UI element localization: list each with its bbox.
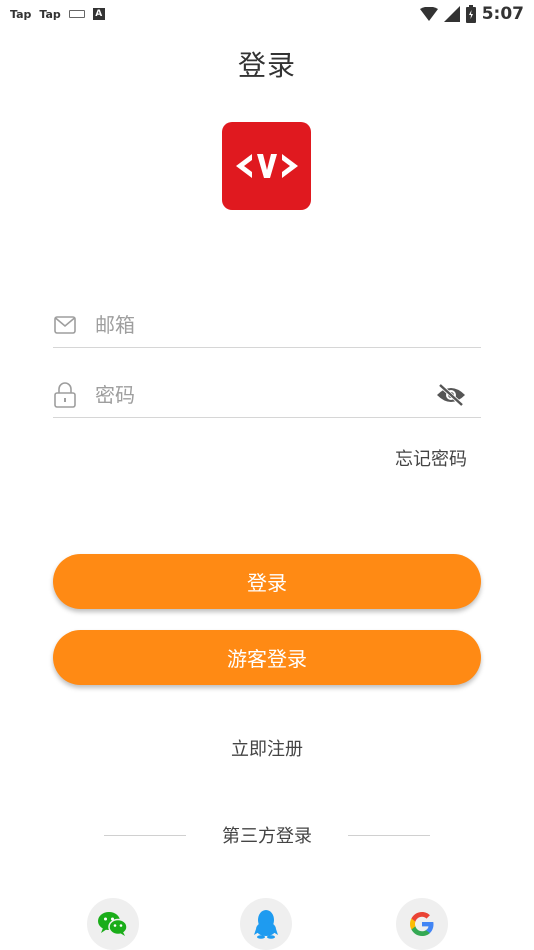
status-bar-left: Tap Tap A <box>10 8 105 21</box>
page-title: 登录 <box>237 49 296 82</box>
email-input[interactable] <box>95 304 481 345</box>
tap-app-indicator: Tap <box>10 7 32 21</box>
eye-off-icon <box>437 383 465 406</box>
keyboard-icon <box>68 10 85 18</box>
battery-icon <box>465 5 476 23</box>
cell-signal-icon <box>443 6 460 22</box>
mail-icon <box>53 313 77 337</box>
qq-login-button[interactable] <box>240 898 292 950</box>
qq-icon <box>254 910 278 939</box>
app-logo <box>222 122 311 210</box>
password-field-row <box>53 372 481 418</box>
divider-line-left <box>104 834 186 836</box>
tap-app-indicator-2: Tap <box>39 7 61 21</box>
status-bar-right: 5:07 <box>419 4 524 24</box>
wifi-icon <box>419 7 438 21</box>
email-field-row <box>53 302 481 348</box>
login-screen: Tap Tap A 5:07 登录 邮箱 忘记密码 登录 游客登录 立即注册 第… <box>0 0 534 950</box>
status-bar: Tap Tap A 5:07 <box>0 0 534 28</box>
clock: 5:07 <box>481 4 524 24</box>
password-input[interactable] <box>95 374 435 415</box>
google-login-button[interactable] <box>396 898 448 950</box>
a-notification-icon: A <box>92 8 105 20</box>
wechat-login-button[interactable] <box>87 898 139 950</box>
divider-line-right <box>348 834 430 836</box>
google-icon <box>410 912 434 936</box>
toggle-password-visibility-button[interactable] <box>435 379 467 411</box>
app-logo-icon <box>235 154 298 178</box>
third-party-label: 第三方登录 <box>222 826 312 847</box>
wechat-icon <box>98 912 128 936</box>
third-party-divider: 第三方登录 <box>104 822 430 848</box>
register-link[interactable]: 立即注册 <box>0 735 534 761</box>
login-button[interactable]: 登录 <box>53 554 481 609</box>
lock-icon <box>53 381 77 408</box>
forgot-password-link[interactable]: 忘记密码 <box>395 445 467 471</box>
guest-login-button[interactable]: 游客登录 <box>53 630 481 685</box>
